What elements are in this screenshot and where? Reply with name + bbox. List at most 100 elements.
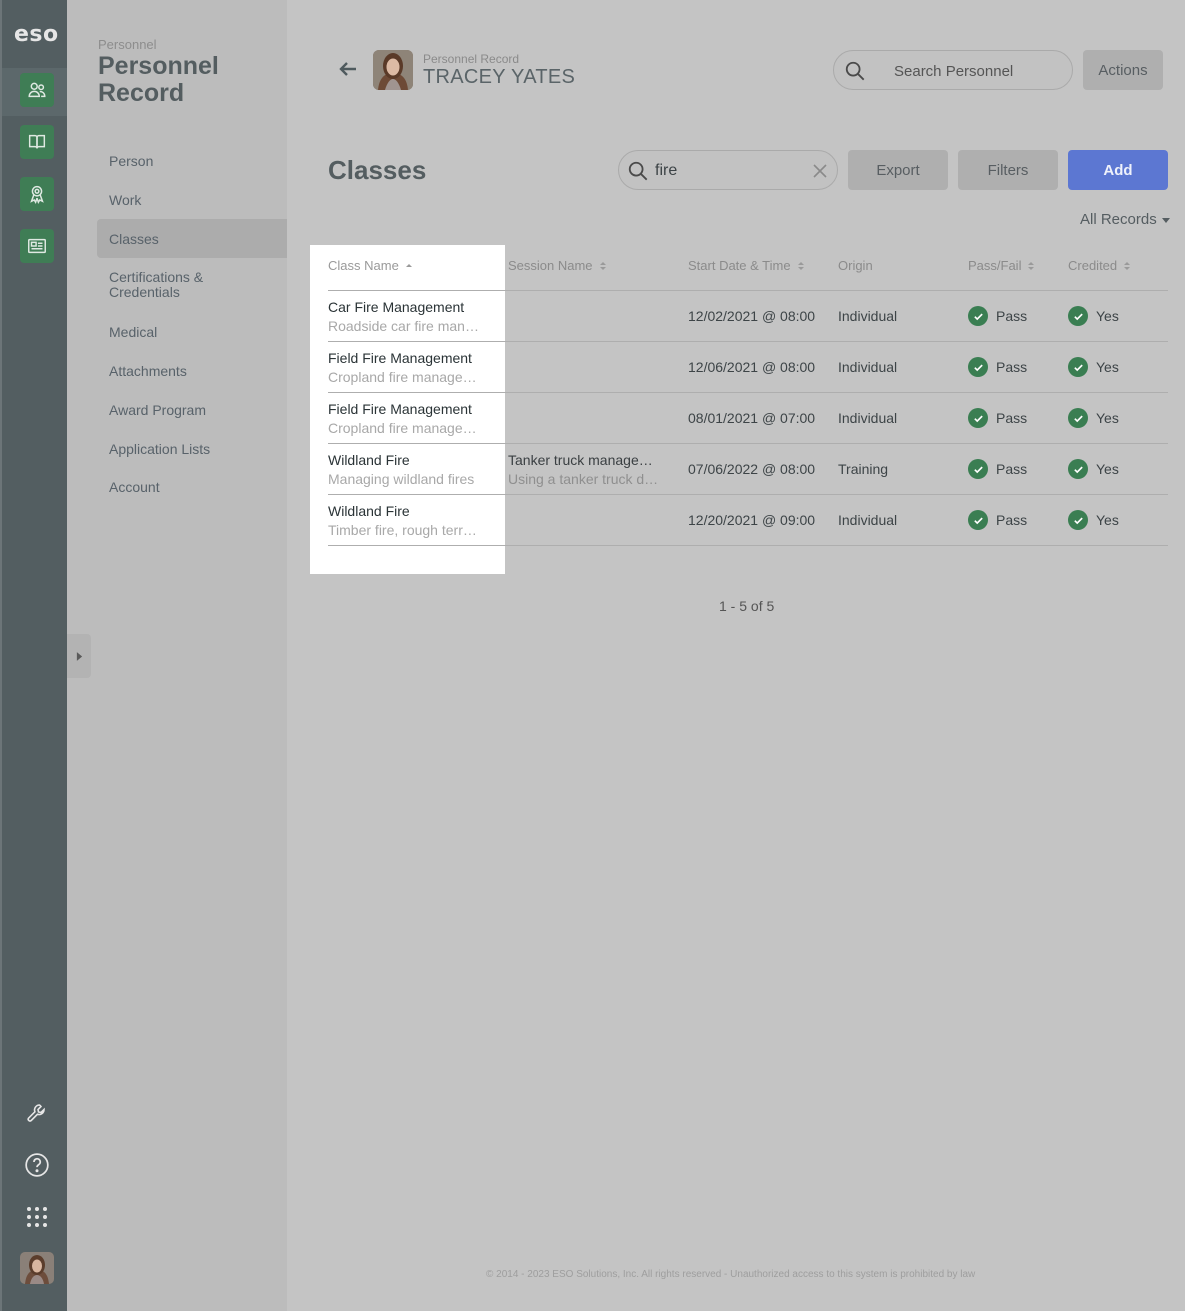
- pass-status: Pass: [996, 512, 1028, 528]
- sort-asc-icon: [405, 264, 412, 267]
- row-divider: [328, 392, 1168, 393]
- user-avatar[interactable]: [20, 1252, 54, 1284]
- caret-right-icon: [76, 651, 82, 661]
- pass-status: Pass: [996, 410, 1028, 426]
- class-name[interactable]: Car Fire Management: [328, 299, 493, 315]
- check-circle-icon: [1068, 459, 1088, 479]
- check-circle-icon: [1068, 357, 1088, 377]
- class-name[interactable]: Field Fire Management: [328, 350, 498, 366]
- class-name[interactable]: Wildland Fire: [328, 452, 498, 468]
- class-description: Cropland fire manage…: [328, 369, 477, 385]
- credited-status: Yes: [1096, 359, 1119, 375]
- column-header-class-name[interactable]: Class Name: [328, 258, 412, 273]
- column-label: Start Date & Time: [688, 258, 791, 273]
- header-divider: [328, 290, 1168, 291]
- nav-item-certifications[interactable]: Certifications & Credentials: [97, 266, 247, 304]
- expand-sidebar-button[interactable]: [67, 634, 91, 678]
- app-rail: eso: [0, 0, 69, 1311]
- column-label: Class Name: [328, 258, 399, 273]
- column-label: Session Name: [508, 258, 593, 273]
- check-circle-icon: [1068, 306, 1088, 326]
- pass-status: Pass: [996, 461, 1028, 477]
- footer-copyright: © 2014 - 2023 ESO Solutions, Inc. All ri…: [486, 1269, 976, 1280]
- section-heading: Personnel Record: [98, 52, 219, 107]
- nav-item-account[interactable]: Account: [97, 467, 287, 506]
- column-header-credited[interactable]: Credited: [1068, 258, 1131, 273]
- credited-status: Yes: [1096, 461, 1119, 477]
- column-label: Pass/Fail: [968, 258, 1022, 273]
- award-nav-icon[interactable]: [20, 177, 54, 211]
- search-icon: [845, 61, 865, 81]
- credited-status: Yes: [1096, 308, 1119, 324]
- session-name[interactable]: Tanker truck manage…: [508, 452, 668, 468]
- start-date: 12/06/2021 @ 08:00: [688, 359, 816, 375]
- sort-icon: [599, 261, 606, 270]
- check-circle-icon: [968, 459, 988, 479]
- search-icon: [628, 161, 648, 181]
- class-name[interactable]: Wildland Fire: [328, 503, 498, 519]
- breadcrumb: Personnel: [98, 37, 157, 52]
- pass-status: Pass: [996, 359, 1028, 375]
- check-circle-icon: [968, 510, 988, 530]
- check-circle-icon: [968, 306, 988, 326]
- origin: Individual: [838, 359, 898, 375]
- help-icon[interactable]: [22, 1150, 52, 1180]
- row-divider: [328, 494, 1168, 495]
- page-title: Classes: [328, 155, 427, 185]
- nav-item-application-lists[interactable]: Application Lists: [97, 429, 287, 468]
- eso-logo: eso: [14, 22, 59, 47]
- search-personnel-placeholder: Search Personnel: [894, 63, 1014, 80]
- class-search-value: fire: [655, 162, 678, 179]
- class-search-input[interactable]: fire: [618, 150, 838, 190]
- column-label: Origin: [838, 258, 873, 273]
- class-description: Managing wildland fires: [328, 471, 475, 487]
- record-subtitle: Personnel Record: [423, 52, 520, 66]
- origin: Training: [838, 461, 889, 477]
- nav-item-person[interactable]: Person: [97, 141, 287, 180]
- column-header-session-name[interactable]: Session Name: [508, 258, 606, 273]
- nav-item-attachments[interactable]: Attachments: [97, 351, 287, 390]
- nav-item-work[interactable]: Work: [97, 180, 287, 219]
- class-description: Cropland fire manage…: [328, 420, 477, 436]
- personnel-avatar: [373, 50, 413, 90]
- origin: Individual: [838, 410, 898, 426]
- row-divider: [328, 443, 1168, 444]
- row-divider: [328, 545, 1168, 546]
- filters-button[interactable]: Filters: [958, 150, 1058, 190]
- sort-icon: [797, 261, 804, 270]
- column-label: Credited: [1068, 258, 1118, 273]
- start-date: 12/20/2021 @ 09:00: [688, 512, 816, 528]
- book-nav-icon[interactable]: [20, 125, 54, 159]
- news-nav-icon[interactable]: [20, 229, 54, 263]
- clear-search-icon[interactable]: [811, 162, 829, 180]
- row-divider: [328, 341, 1168, 342]
- origin: Individual: [838, 512, 898, 528]
- session-description: Using a tanker truck d…: [508, 471, 659, 487]
- export-button[interactable]: Export: [848, 150, 948, 190]
- column-header-pass-fail[interactable]: Pass/Fail: [968, 258, 1035, 273]
- actions-button[interactable]: Actions: [1083, 50, 1163, 90]
- start-date: 12/02/2021 @ 08:00: [688, 308, 816, 324]
- check-circle-icon: [968, 408, 988, 428]
- search-personnel-input[interactable]: Search Personnel: [833, 50, 1073, 90]
- apps-grid-icon[interactable]: [22, 1202, 52, 1232]
- column-header-origin[interactable]: Origin: [838, 258, 873, 273]
- pagination-summary: 1 - 5 of 5: [719, 598, 775, 614]
- sort-icon: [1028, 261, 1035, 270]
- nav-item-classes[interactable]: Classes: [97, 219, 287, 258]
- wrench-icon[interactable]: [22, 1098, 52, 1128]
- start-date: 07/06/2022 @ 08:00: [688, 461, 816, 477]
- records-filter-dropdown[interactable]: All Records: [1080, 211, 1170, 228]
- start-date: 08/01/2021 @ 07:00: [688, 410, 816, 426]
- check-circle-icon: [1068, 510, 1088, 530]
- back-arrow-icon[interactable]: [336, 57, 360, 81]
- column-header-start-date[interactable]: Start Date & Time: [688, 258, 804, 273]
- add-button[interactable]: Add: [1068, 150, 1168, 190]
- records-filter-label: All Records: [1080, 211, 1157, 228]
- class-name[interactable]: Field Fire Management: [328, 401, 498, 417]
- nav-item-award-program[interactable]: Award Program: [97, 390, 287, 429]
- nav-item-medical[interactable]: Medical: [97, 312, 287, 351]
- credited-status: Yes: [1096, 512, 1119, 528]
- sort-icon: [1124, 261, 1131, 270]
- personnel-nav-icon[interactable]: [20, 73, 54, 107]
